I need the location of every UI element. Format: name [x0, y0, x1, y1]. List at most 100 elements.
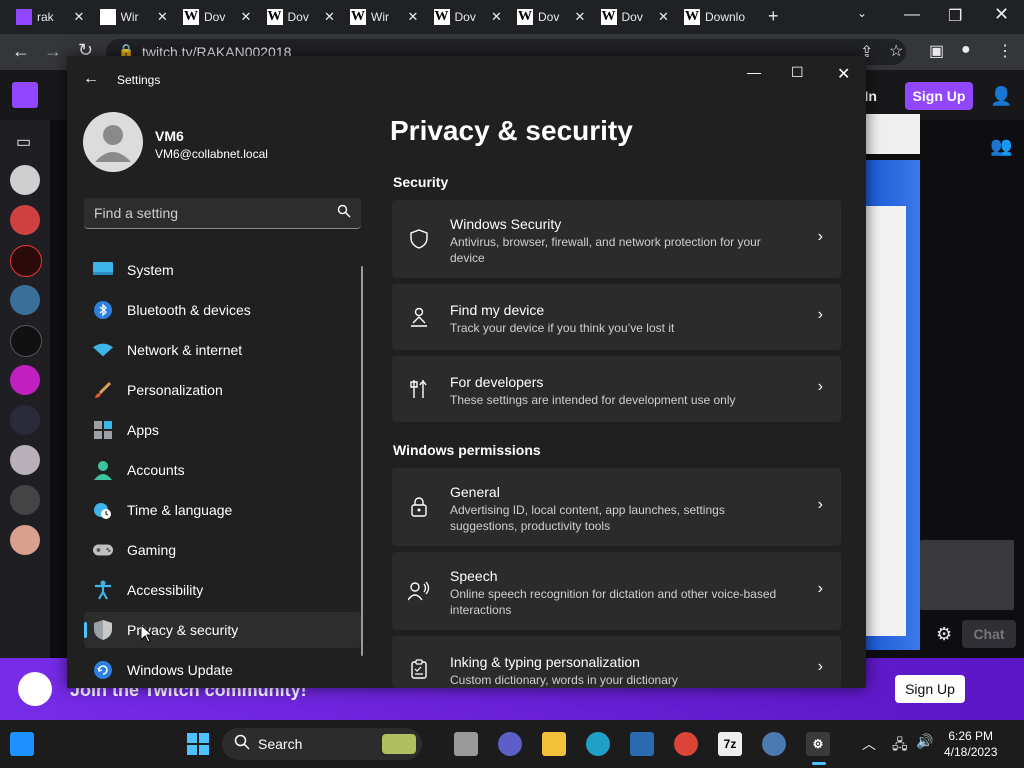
start-icon[interactable]	[186, 732, 210, 756]
settings-card-windows-security[interactable]: Windows Security Antivirus, browser, fire…	[392, 200, 841, 278]
apps-icon	[93, 420, 113, 440]
channel-avatar[interactable]	[10, 285, 40, 315]
side-panel-icon[interactable]: ▣	[929, 41, 944, 61]
tab-close-icon[interactable]: ✕	[156, 9, 170, 25]
channel-avatar[interactable]	[10, 445, 40, 475]
browser-tab-bar: rak ✕ Wir ✕ W Dov ✕ W Dov ✕ W Wir ✕ W Dov ✕ W Dov ✕ W Dov ✕ W D…	[0, 0, 1024, 34]
card-title: Find my device	[450, 302, 545, 318]
settings-gear-icon[interactable]: ⚙	[806, 732, 830, 756]
settings-card-inking-typing-personalization[interactable]: Inking & typing personalization Custom di…	[392, 636, 841, 688]
card-description: Antivirus, browser, firewall, and networ…	[450, 235, 761, 265]
card-title: For developers	[450, 374, 544, 390]
sidebar-item-time-language[interactable]: Time & language	[84, 492, 361, 528]
tab-close-icon[interactable]: ✕	[72, 9, 86, 25]
tab-close-icon[interactable]: ✕	[406, 9, 420, 25]
edge-icon[interactable]	[586, 732, 610, 756]
settings-card-general[interactable]: General Advertising ID, local content, ap…	[392, 468, 841, 546]
browser-tab[interactable]: W Dov ✕	[595, 6, 675, 28]
channel-avatar[interactable]	[10, 205, 40, 235]
widgets-icon[interactable]	[10, 732, 34, 756]
teams-chat-icon[interactable]	[498, 732, 522, 756]
profile-icon[interactable]: ●	[961, 41, 971, 59]
taskbar-search[interactable]: Search	[222, 728, 422, 760]
settings-maximize-icon[interactable]: ☐	[791, 64, 804, 81]
browser-tab[interactable]: W Dov ✕	[177, 6, 257, 28]
wikihow-favicon-icon: W	[433, 9, 450, 25]
wikihow-favicon-icon: W	[183, 9, 199, 25]
tab-close-icon[interactable]: ✕	[323, 9, 337, 25]
new-tab-icon[interactable]: +	[768, 6, 779, 27]
volume-icon[interactable]: 🔊	[916, 733, 933, 750]
community-icon[interactable]: 👥	[990, 136, 1012, 157]
channel-avatar[interactable]	[10, 485, 40, 515]
browser-tab[interactable]: W Dov ✕	[261, 6, 341, 28]
settings-back-icon[interactable]: ←	[83, 70, 99, 88]
settings-close-icon[interactable]: ✕	[837, 64, 850, 84]
profile-name: VM6	[155, 128, 184, 144]
tab-search-chevron-icon[interactable]: ⌄	[857, 6, 867, 20]
file-explorer-icon[interactable]	[542, 732, 566, 756]
chat-button[interactable]: Chat	[962, 620, 1016, 648]
sidebar-item-network-internet[interactable]: Network & internet	[84, 332, 361, 368]
twitch-signup-button[interactable]: Sign Up	[905, 82, 973, 110]
settings-minimize-icon[interactable]: —	[747, 64, 761, 80]
banner-signup-button[interactable]: Sign Up	[895, 675, 965, 703]
minimize-icon[interactable]: —	[904, 6, 920, 24]
browser-tab[interactable]: W Dov ✕	[511, 6, 591, 28]
channel-avatar[interactable]	[10, 525, 40, 555]
remote-desktop-icon[interactable]	[762, 732, 786, 756]
channel-avatar[interactable]	[10, 405, 40, 435]
chrome-icon[interactable]	[674, 732, 698, 756]
sidebar-item-personalization[interactable]: Personalization	[84, 372, 361, 408]
tab-close-icon[interactable]: ✕	[657, 9, 671, 25]
video-icon[interactable]: ▭	[16, 132, 31, 152]
sidebar-scrollbar[interactable]	[361, 266, 363, 656]
channel-avatar[interactable]	[10, 325, 42, 357]
search-input[interactable]: Find a setting	[84, 198, 361, 229]
settings-card-speech[interactable]: Speech Online speech recognition for dict…	[392, 552, 841, 630]
restore-icon[interactable]: ❐	[948, 6, 962, 26]
forward-icon[interactable]: →	[44, 41, 62, 62]
menu-kebab-icon[interactable]: ⋮	[997, 41, 1013, 61]
search-icon	[234, 734, 250, 755]
sidebar-item-accounts[interactable]: Accounts	[84, 452, 361, 488]
task-view-icon[interactable]	[454, 732, 478, 756]
tab-close-icon[interactable]: ✕	[490, 9, 504, 25]
7zip-icon[interactable]: 7z	[718, 732, 742, 756]
sidebar-item-windows-update[interactable]: Windows Update	[84, 652, 361, 688]
card-title: Windows Security	[450, 216, 562, 232]
tab-close-icon[interactable]: ✕	[573, 9, 587, 25]
wikihow-favicon-icon: W	[517, 9, 533, 25]
channel-avatar[interactable]	[10, 245, 42, 277]
store-icon[interactable]	[630, 732, 654, 756]
browser-tab[interactable]: Wir ✕	[94, 6, 174, 28]
sidebar-item-gaming[interactable]: Gaming	[84, 532, 361, 568]
bookmark-star-icon[interactable]: ☆	[889, 41, 903, 61]
back-icon[interactable]: ←	[12, 41, 30, 62]
twitch-logo-icon[interactable]	[12, 82, 38, 108]
channel-avatar[interactable]	[10, 165, 40, 195]
settings-card-for-developers[interactable]: For developers These settings are intende…	[392, 356, 841, 422]
browser-tab[interactable]: rak ✕	[10, 6, 90, 28]
avatar[interactable]	[83, 112, 143, 172]
browser-tab[interactable]: W Wir ✕	[344, 6, 424, 28]
sidebar-item-accessibility[interactable]: Accessibility	[84, 572, 361, 608]
hidden-icons-chevron-icon[interactable]: ︿	[862, 734, 876, 754]
close-browser-icon[interactable]: ✕	[994, 4, 1009, 25]
browser-tab[interactable]: W Dov ✕	[428, 6, 508, 28]
settings-card-find-my-device[interactable]: Find my device Track your device if you t…	[392, 284, 841, 350]
chat-settings-gear-icon[interactable]: ⚙	[936, 624, 952, 645]
browser-tab[interactable]: W Downlo	[678, 6, 758, 28]
sidebar-item-privacy-security[interactable]: Privacy & security	[84, 612, 361, 648]
system-clock[interactable]: 6:26 PM 4/18/2023	[944, 729, 997, 759]
update-icon	[93, 660, 113, 680]
tab-close-icon[interactable]: ✕	[239, 9, 253, 25]
sidebar-item-bluetooth-devices[interactable]: Bluetooth & devices	[84, 292, 361, 328]
twitch-favicon-icon	[16, 9, 32, 25]
sidebar-item-system[interactable]: System	[84, 252, 361, 288]
network-icon[interactable]: 🖧	[892, 734, 908, 758]
channel-avatar[interactable]	[10, 365, 40, 395]
sidebar-item-apps[interactable]: Apps	[84, 412, 361, 448]
search-icon[interactable]	[337, 204, 351, 223]
user-icon[interactable]: 👤	[990, 86, 1012, 107]
